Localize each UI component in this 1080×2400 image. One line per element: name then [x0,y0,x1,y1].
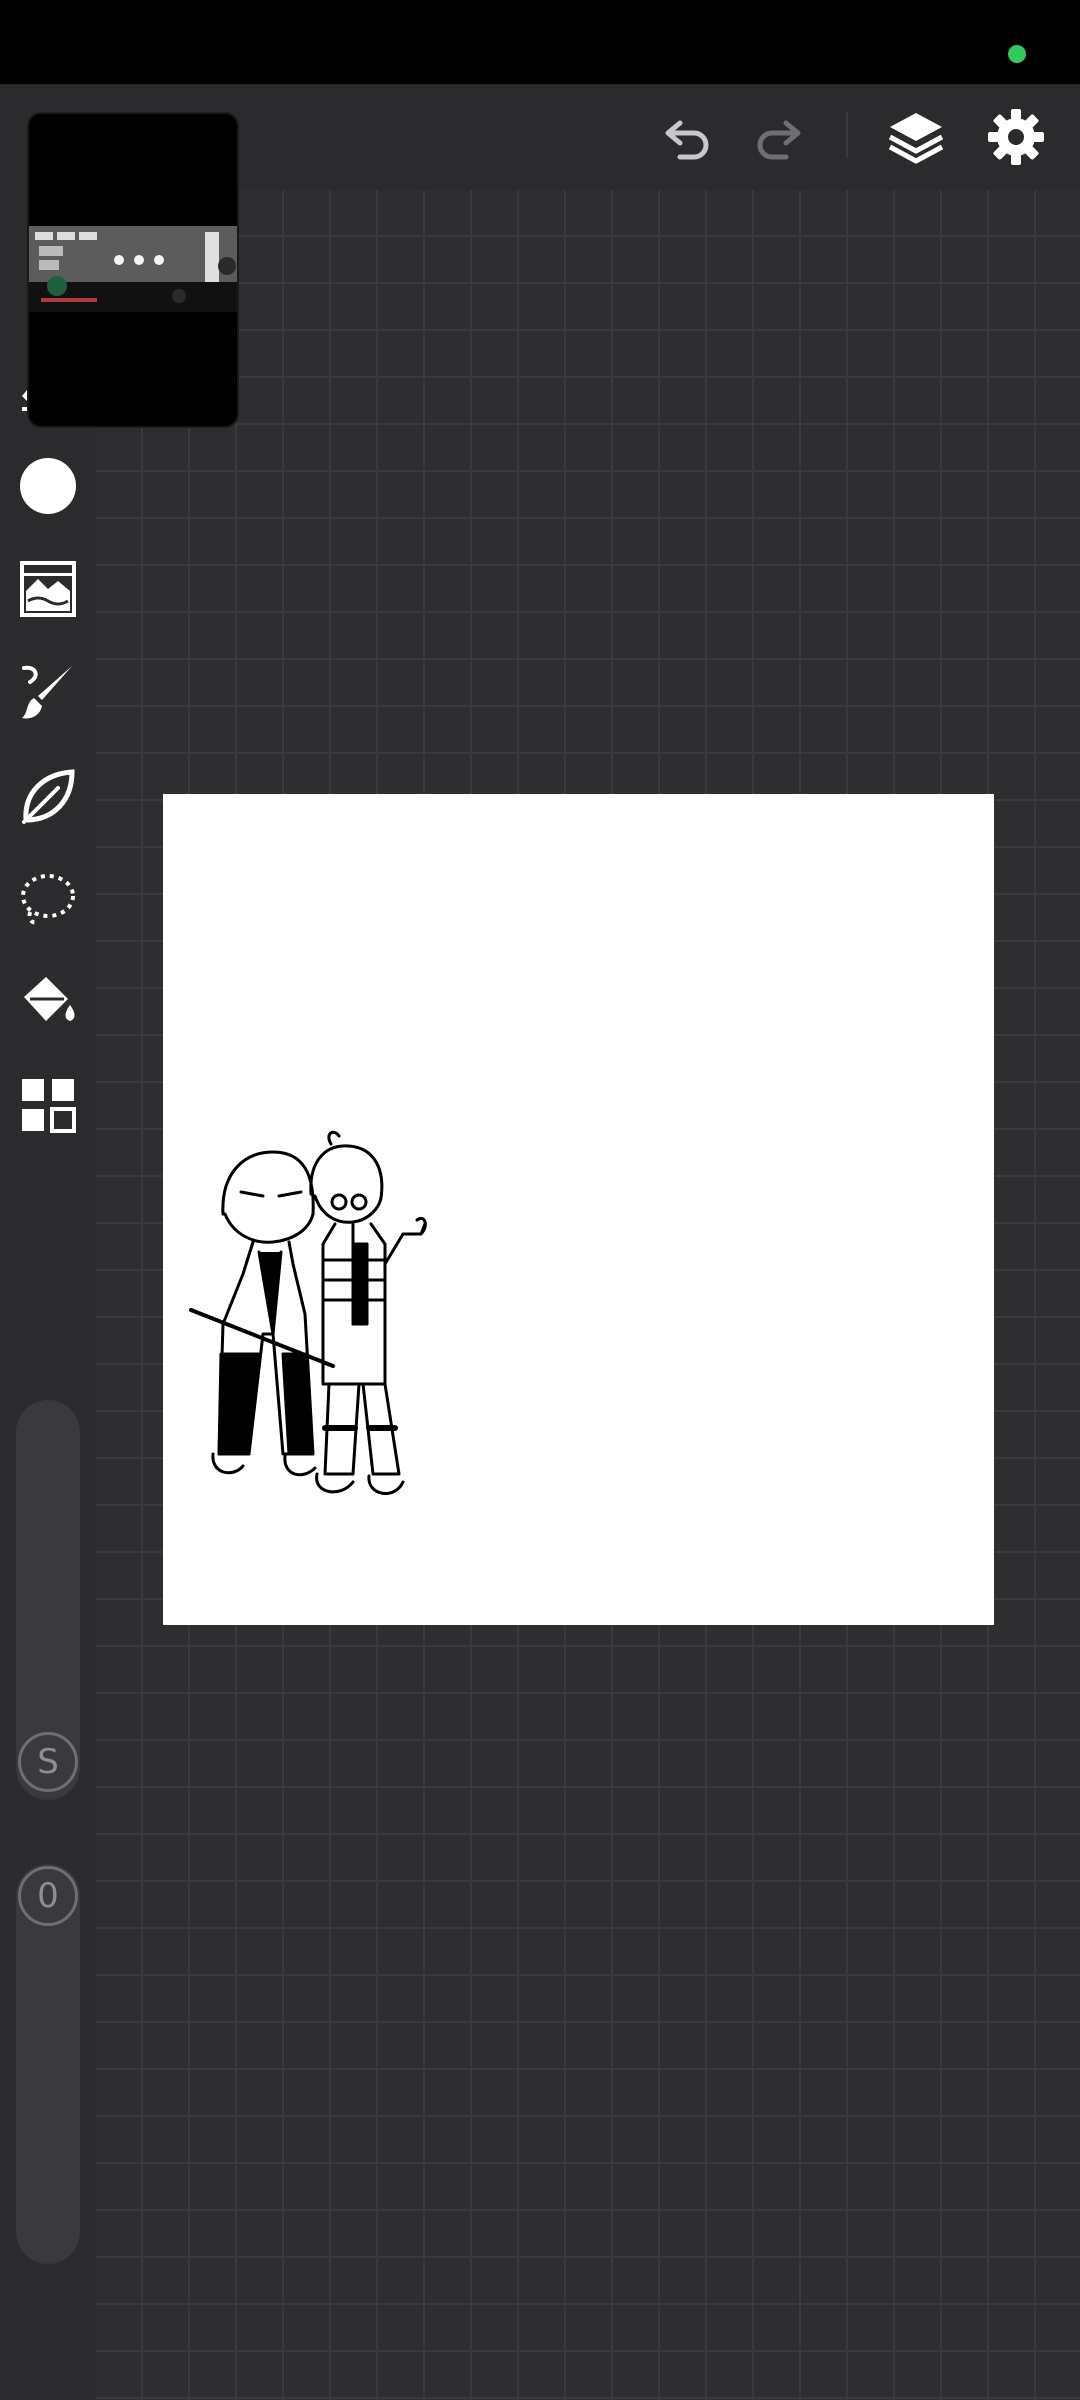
brush-opacity-handle[interactable]: 0 [16,1864,80,1928]
image-tool[interactable] [8,549,88,629]
brush-opacity-slider[interactable]: 0 [16,1864,80,2264]
left-toolbar: S 0 [0,190,96,2400]
brush-size-slider[interactable]: S [16,1400,80,1800]
paint-bucket-icon [24,977,75,1021]
lasso-tool[interactable] [8,858,88,938]
color-circle-icon [20,458,76,514]
drawing-canvas[interactable] [163,794,994,1625]
grid-icon [22,1079,76,1133]
character-sketch [189,1130,427,1495]
reference-thumbnail-image [29,226,237,312]
gear-icon [988,109,1044,165]
layers-icon [888,113,944,164]
lasso-icon [21,874,75,925]
reference-thumbnail[interactable] [27,112,239,428]
leaf-icon [22,769,75,824]
undo-button[interactable] [648,97,728,177]
brush-size-handle[interactable]: S [16,1730,80,1794]
toolbar-divider [846,112,848,158]
undo-icon [665,120,709,160]
status-bar [0,0,1080,84]
fill-tool[interactable] [8,961,88,1041]
settings-button[interactable] [976,97,1056,177]
color-picker-tool[interactable] [8,446,88,526]
layers-button[interactable] [876,97,956,177]
status-indicator-dot [1008,45,1026,63]
redo-icon [757,120,801,160]
smudge-tool[interactable] [8,756,88,836]
brush-opacity-label: 0 [18,1866,78,1926]
redo-button[interactable] [738,97,818,177]
brush-tool[interactable] [8,652,88,732]
brush-size-label: S [18,1732,78,1792]
image-icon [20,561,76,617]
brush-icon [22,665,72,719]
more-tools-button[interactable] [8,1065,88,1145]
